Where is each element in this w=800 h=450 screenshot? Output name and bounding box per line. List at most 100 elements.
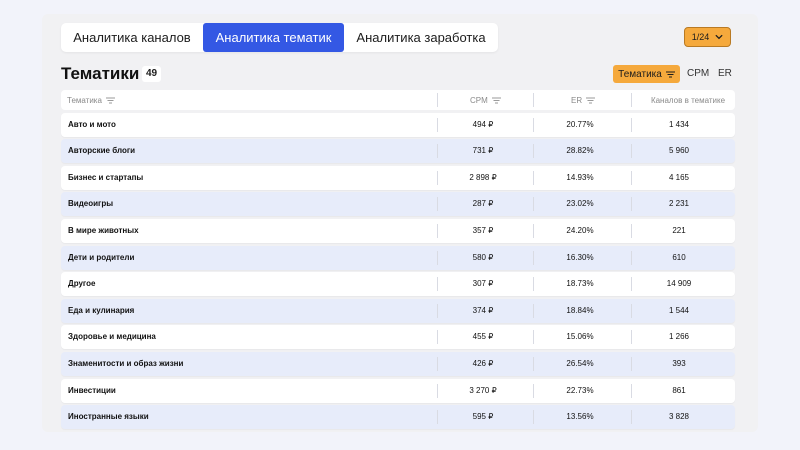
column-divider — [631, 197, 632, 212]
column-divider — [533, 410, 534, 425]
sort-lines-icon — [491, 97, 501, 103]
sort-by-er-button[interactable]: ER — [718, 65, 732, 83]
topic-channel-count: 2 231 — [668, 199, 690, 209]
table-row[interactable]: Другое 307 ₽ 18.73% 14 909 — [61, 272, 735, 297]
topic-er: 18.73% — [566, 279, 594, 289]
page-selector[interactable]: 1/24 — [684, 27, 731, 47]
page-title: Тематики — [61, 64, 140, 83]
column-divider — [533, 223, 534, 238]
column-divider — [533, 330, 534, 345]
tab-earnings-analytics[interactable]: Аналитика заработка — [344, 23, 498, 52]
topic-cpm: 307 ₽ — [472, 279, 494, 289]
column-divider — [631, 93, 632, 107]
topic-name: Бизнес и стартапы — [68, 172, 144, 182]
table-row[interactable]: Авторские блоги 731 ₽ 28.82% 5 960 — [61, 139, 735, 164]
tab-topic-analytics[interactable]: Аналитика тематик — [203, 23, 344, 52]
sort-by-topic-button[interactable]: Тематика — [613, 65, 680, 83]
table-row[interactable]: Авто и мото 494 ₽ 20.77% 1 434 — [61, 112, 735, 137]
topic-er: 24.20% — [566, 225, 594, 235]
topic-er: 15.06% — [566, 332, 594, 342]
topic-name: Еда и кулинария — [68, 305, 135, 315]
topic-channel-count: 4 165 — [668, 172, 690, 182]
column-divider — [533, 144, 534, 159]
topic-cpm: 595 ₽ — [472, 412, 494, 422]
topic-cpm: 731 ₽ — [472, 146, 494, 156]
column-divider — [533, 383, 534, 398]
topic-name: В мире животных — [68, 225, 139, 235]
column-divider — [631, 170, 632, 185]
topic-cpm: 580 ₽ — [472, 252, 494, 262]
topic-channel-count: 1 544 — [668, 305, 690, 315]
topic-cpm: 426 ₽ — [472, 358, 494, 368]
topic-cpm: 455 ₽ — [472, 332, 494, 342]
topic-name: Авто и мото — [68, 119, 116, 129]
header-channel-count-label: Каналов в тематике — [650, 95, 726, 105]
column-divider — [533, 197, 534, 212]
topic-name: Видеоигры — [68, 199, 114, 209]
topic-channel-count: 3 828 — [668, 412, 690, 422]
column-divider — [631, 223, 632, 238]
topic-er: 23.02% — [566, 199, 594, 209]
topic-name: Здоровье и медицина — [68, 332, 156, 342]
analytics-tabs: Аналитика каналов Аналитика тематик Анал… — [61, 23, 498, 52]
column-divider — [533, 250, 534, 265]
topic-channel-count: 393 — [672, 358, 686, 368]
column-divider — [533, 356, 534, 371]
tab-channel-analytics[interactable]: Аналитика каналов — [61, 23, 203, 52]
topic-er: 26.54% — [566, 358, 594, 368]
column-divider — [631, 144, 632, 159]
column-divider — [533, 277, 534, 292]
sort-lines-icon — [586, 97, 596, 103]
topic-cpm: 494 ₽ — [472, 119, 494, 129]
topic-name: Дети и родители — [68, 252, 135, 262]
topic-name: Знаменитости и образ жизни — [68, 358, 184, 368]
header-topic-label: Тематика — [67, 95, 102, 105]
topic-name: Иностранные языки — [68, 412, 149, 422]
header-er-label: ER — [571, 95, 583, 105]
sort-lines-icon — [105, 97, 115, 103]
sort-by-topic-label: Тематика — [618, 68, 662, 80]
chevron-down-icon — [715, 34, 723, 40]
topic-channel-count: 221 — [672, 225, 686, 235]
topic-cpm: 357 ₽ — [472, 225, 494, 235]
analytics-panel: Аналитика каналов Аналитика тематик Анал… — [42, 14, 758, 432]
table-row[interactable]: Иностранные языки 595 ₽ 13.56% 3 828 — [61, 405, 735, 430]
topic-channel-count: 1 266 — [668, 332, 690, 342]
column-divider — [631, 250, 632, 265]
topic-channel-count: 1 434 — [668, 119, 690, 129]
topic-er: 20.77% — [566, 119, 594, 129]
column-divider — [533, 170, 534, 185]
topic-er: 22.73% — [566, 385, 594, 395]
sort-by-cpm-button[interactable]: CPM — [687, 65, 709, 83]
column-divider — [631, 277, 632, 292]
topic-name: Другое — [68, 279, 96, 289]
table-row[interactable]: Инвестиции 3 270 ₽ 22.73% 861 — [61, 378, 735, 403]
page-selector-label: 1/24 — [691, 32, 710, 42]
topic-name: Инвестиции — [68, 385, 116, 395]
table-row[interactable]: Бизнес и стартапы 2 898 ₽ 14.93% 4 165 — [61, 165, 735, 190]
column-divider — [533, 93, 534, 107]
table-row[interactable]: Видеоигры 287 ₽ 23.02% 2 231 — [61, 192, 735, 217]
header-topic[interactable]: Тематика — [67, 96, 115, 105]
topic-channel-count: 5 960 — [668, 146, 690, 156]
table-row[interactable]: Дети и родители 580 ₽ 16.30% 610 — [61, 245, 735, 270]
header-er[interactable]: ER — [571, 95, 596, 105]
topic-cpm: 3 270 ₽ — [469, 385, 497, 395]
table-row[interactable]: Здоровье и медицина 455 ₽ 15.06% 1 266 — [61, 325, 735, 350]
table-row[interactable]: Знаменитости и образ жизни 426 ₽ 26.54% … — [61, 351, 735, 376]
table-row[interactable]: Еда и кулинария 374 ₽ 18.84% 1 544 — [61, 298, 735, 323]
topic-channel-count: 610 — [672, 252, 686, 262]
header-cpm-label: CPM — [470, 95, 488, 105]
topic-channel-count: 14 909 — [666, 279, 692, 289]
column-divider — [631, 356, 632, 371]
column-divider — [631, 410, 632, 425]
table-row[interactable]: В мире животных 357 ₽ 24.20% 221 — [61, 218, 735, 243]
topic-cpm: 2 898 ₽ — [469, 172, 497, 182]
header-cpm[interactable]: CPM — [470, 96, 501, 105]
topic-er: 13.56% — [566, 412, 594, 422]
topic-er: 18.84% — [566, 305, 594, 315]
column-divider — [631, 330, 632, 345]
column-divider — [533, 117, 534, 132]
topic-cpm: 287 ₽ — [472, 199, 494, 209]
column-divider — [631, 383, 632, 398]
